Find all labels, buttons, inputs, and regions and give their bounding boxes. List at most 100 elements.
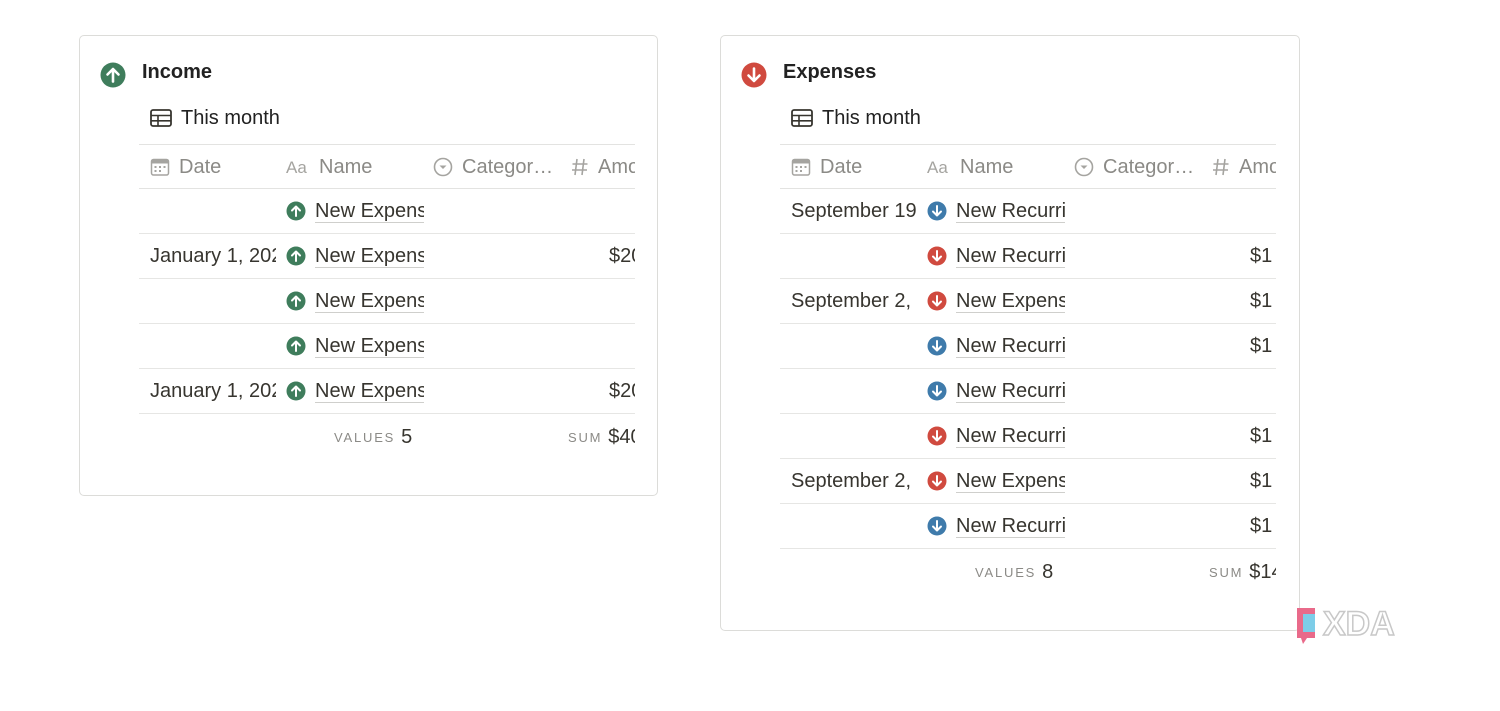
income-title: Income [142, 61, 213, 83]
cell-date[interactable]: September 2, [791, 459, 917, 503]
cell-amount[interactable] [1250, 189, 1276, 233]
cell-category[interactable] [1074, 189, 1196, 233]
row-name-link[interactable]: New Expense [315, 380, 424, 403]
cell-name[interactable]: New Expense [286, 279, 424, 323]
row-name-link[interactable]: New Expense [956, 290, 1065, 313]
sum-calc[interactable]: SUM $400 [568, 414, 635, 460]
row-name-link[interactable]: New Expense [315, 200, 424, 223]
table-row[interactable]: New Recurring $1 [780, 234, 1276, 279]
row-name-link[interactable]: New Expense [956, 470, 1065, 493]
arrow-down-circle-icon [741, 62, 767, 88]
sum-label: SUM [568, 429, 603, 445]
cell-date[interactable] [150, 324, 276, 368]
table-row[interactable]: New Recurring $1 [780, 414, 1276, 459]
table-row[interactable]: New Recurring $1 [780, 324, 1276, 369]
cell-date[interactable] [791, 414, 917, 458]
income-view-tab[interactable]: This month [150, 105, 280, 131]
cell-name[interactable]: New Expense [286, 189, 424, 233]
column-header-amount[interactable]: Amo [571, 145, 635, 189]
row-name-link[interactable]: New Recurring [956, 515, 1065, 538]
cell-category[interactable] [433, 324, 555, 368]
row-name-link[interactable]: New Expense [315, 335, 424, 358]
row-name-link[interactable]: New Expense [315, 290, 424, 313]
cell-name[interactable]: New Recurring [927, 234, 1065, 278]
cell-date[interactable] [791, 324, 917, 368]
cell-amount[interactable] [609, 189, 635, 233]
column-header-date[interactable]: Date [150, 145, 276, 189]
cell-date[interactable] [150, 189, 276, 233]
cell-name[interactable]: New Recurring [927, 369, 1065, 413]
cell-date[interactable] [150, 279, 276, 323]
table-row[interactable]: New Expense [139, 279, 635, 324]
table-row[interactable]: January 1, 2024 New Expense $200 [139, 369, 635, 414]
table-row[interactable]: New Recurring $1 [780, 504, 1276, 549]
cell-category[interactable] [1074, 369, 1196, 413]
table-row[interactable]: September 2, New Expense $1 [780, 459, 1276, 504]
row-name-link[interactable]: New Recurring [956, 380, 1065, 403]
cell-category[interactable] [1074, 279, 1196, 323]
column-header-category[interactable]: Categor… [433, 145, 555, 189]
cell-date[interactable]: January 1, 2024 [150, 369, 276, 413]
table-row[interactable]: New Expense [139, 324, 635, 369]
arrow-down-circle-icon [927, 246, 947, 266]
cell-name[interactable]: New Recurring [927, 324, 1065, 368]
cell-amount[interactable]: $1 [1250, 324, 1276, 368]
cell-category[interactable] [433, 279, 555, 323]
column-header-name[interactable]: Aa Name [927, 145, 1065, 189]
cell-amount[interactable]: $200 [609, 369, 635, 413]
column-header-date[interactable]: Date [791, 145, 917, 189]
row-name-link[interactable]: New Recurring [956, 425, 1065, 448]
values-count-calc[interactable]: VALUES 5 [334, 414, 412, 460]
cell-date[interactable] [791, 234, 917, 278]
cell-category[interactable] [433, 189, 555, 233]
values-count-calc[interactable]: VALUES 8 [975, 549, 1053, 595]
cell-category[interactable] [433, 369, 555, 413]
cell-amount[interactable]: $1 [1250, 459, 1276, 503]
cell-name[interactable]: New Recurring [927, 504, 1065, 548]
table-row[interactable]: September 19 New Recurring [780, 189, 1276, 234]
arrow-down-circle-icon [927, 471, 947, 491]
column-header-amount[interactable]: Amo [1212, 145, 1276, 189]
cell-name[interactable]: New Expense [286, 369, 424, 413]
text-type-icon: Aa [927, 159, 948, 175]
cell-name[interactable]: New Expense [927, 459, 1065, 503]
cell-date[interactable]: September 2, [791, 279, 917, 323]
table-row[interactable]: January 1, 2024 New Expense $200 [139, 234, 635, 279]
cell-category[interactable] [1074, 234, 1196, 278]
cell-category[interactable] [433, 234, 555, 278]
column-header-name[interactable]: Aa Name [286, 145, 424, 189]
column-header-label: Amo [1239, 155, 1276, 178]
cell-amount[interactable] [609, 279, 635, 323]
svg-text:Aa: Aa [286, 159, 307, 175]
cell-amount[interactable]: $200 [609, 234, 635, 278]
cell-date[interactable] [791, 369, 917, 413]
cell-category[interactable] [1074, 324, 1196, 368]
table-row[interactable]: New Recurring [780, 369, 1276, 414]
cell-amount[interactable]: $1 [1250, 234, 1276, 278]
cell-category[interactable] [1074, 504, 1196, 548]
cell-name[interactable]: New Expense [286, 324, 424, 368]
column-header-category[interactable]: Categor… [1074, 145, 1196, 189]
cell-category[interactable] [1074, 459, 1196, 503]
cell-name[interactable]: New Recurring [927, 414, 1065, 458]
table-row[interactable]: September 2, New Expense $1 [780, 279, 1276, 324]
expenses-view-tab[interactable]: This month [791, 105, 921, 131]
cell-name[interactable]: New Expense [927, 279, 1065, 323]
cell-amount[interactable]: $1 [1250, 504, 1276, 548]
cell-name[interactable]: New Recurring [927, 189, 1065, 233]
table-row[interactable]: New Expense [139, 189, 635, 234]
cell-date[interactable] [791, 504, 917, 548]
row-name-link[interactable]: New Recurring [956, 245, 1065, 268]
cell-amount[interactable] [1250, 369, 1276, 413]
cell-date[interactable]: January 1, 2024 [150, 234, 276, 278]
row-name-link[interactable]: New Recurring [956, 335, 1065, 358]
cell-amount[interactable]: $1 [1250, 279, 1276, 323]
cell-amount[interactable]: $1 [1250, 414, 1276, 458]
cell-date[interactable]: September 19 [791, 189, 917, 233]
cell-category[interactable] [1074, 414, 1196, 458]
sum-calc[interactable]: SUM $14 [1209, 549, 1276, 595]
row-name-link[interactable]: New Recurring [956, 200, 1065, 223]
row-name-link[interactable]: New Expense [315, 245, 424, 268]
cell-name[interactable]: New Expense [286, 234, 424, 278]
cell-amount[interactable] [609, 324, 635, 368]
